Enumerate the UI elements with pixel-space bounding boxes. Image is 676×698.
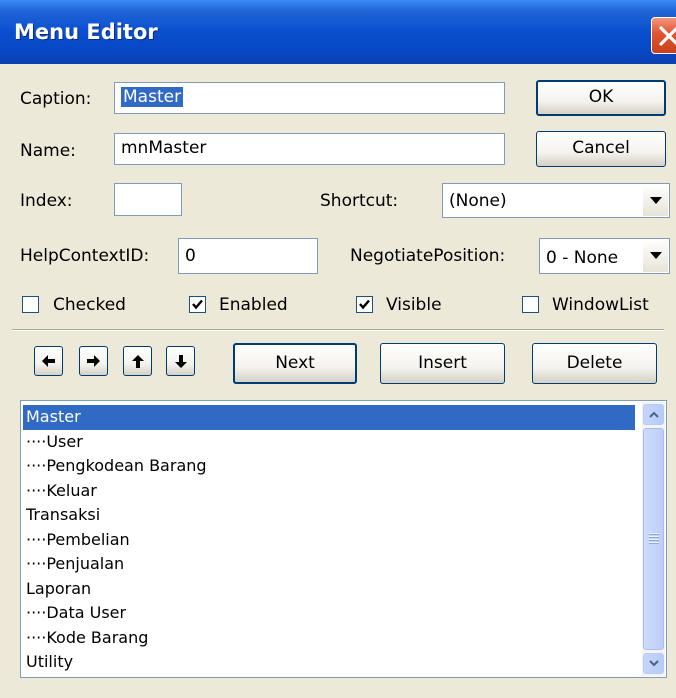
caption-value: Master [121,87,184,107]
separator [12,329,664,331]
chevron-up-icon [648,411,659,418]
caption-label: Caption: [20,89,92,109]
move-down-button[interactable] [166,346,195,376]
name-input[interactable]: mnMaster [114,133,505,165]
scroll-up-button[interactable] [643,404,664,425]
move-up-button[interactable] [123,346,152,376]
list-item[interactable]: ····Data User [23,601,635,626]
chevron-down-icon [648,660,659,667]
menu-editor-window: Menu Editor Caption: Master OK Name: mnM… [0,0,676,698]
negotiateposition-select[interactable]: 0 - None [539,238,670,274]
windowlist-label: WindowList [552,295,649,315]
menu-items: Master ····User ····Pengkodean Barang ··… [23,405,635,675]
list-item[interactable]: ····Pengkodean Barang [23,454,635,479]
arrow-down-icon [174,354,187,368]
caption-input[interactable]: Master [114,82,505,114]
helpcontextid-label: HelpContextID: [20,246,150,266]
arrow-right-icon [87,355,100,367]
arrow-up-icon [131,354,144,368]
list-item[interactable]: ····Keluar [23,479,635,504]
enabled-checkbox[interactable] [189,296,206,313]
cancel-button[interactable]: Cancel [536,131,666,167]
checked-label: Checked [53,295,126,315]
list-item[interactable]: Transaksi [23,503,635,528]
next-button[interactable]: Next [233,343,357,384]
close-icon [659,26,676,46]
shortcut-select[interactable]: (None) [442,183,670,218]
index-input[interactable] [114,183,182,216]
scroll-thumb[interactable] [643,428,664,650]
negotiateposition-value: 0 - None [546,248,619,268]
list-item[interactable]: ····Kode Barang [23,626,635,651]
insert-button-label: Insert [418,353,467,373]
visible-label: Visible [386,295,442,315]
list-item[interactable]: ····Pembelian [23,528,635,553]
vertical-scrollbar[interactable] [642,402,665,676]
checked-checkbox[interactable] [22,296,39,313]
list-item[interactable]: ····Penjualan [23,552,635,577]
window-title: Menu Editor [14,20,158,44]
shortcut-label: Shortcut: [320,191,399,211]
arrow-left-icon [42,355,55,367]
title-bar[interactable]: Menu Editor [0,0,676,64]
name-value: mnMaster [121,138,207,158]
delete-button-label: Delete [566,353,623,373]
list-item[interactable]: Utility [23,650,635,675]
grip-icon [649,533,659,545]
checkmark-icon [359,299,370,310]
name-label: Name: [20,141,76,161]
windowlist-checkbox[interactable] [522,296,539,313]
close-button[interactable] [651,17,676,54]
shortcut-value: (None) [449,191,507,211]
ok-button-label: OK [588,87,614,107]
list-item[interactable]: ····User [23,430,635,455]
ok-button[interactable]: OK [536,80,666,116]
shortcut-dropdown-button[interactable] [643,185,668,216]
helpcontextid-input[interactable]: 0 [178,238,318,274]
helpcontextid-value: 0 [185,246,196,266]
negotiateposition-dropdown-button[interactable] [643,240,668,272]
negotiateposition-label: NegotiatePosition: [350,246,506,266]
chevron-down-icon [649,196,662,204]
insert-button[interactable]: Insert [380,343,505,384]
cancel-button-label: Cancel [572,138,630,158]
scroll-down-button[interactable] [643,653,664,674]
move-right-button[interactable] [79,346,108,376]
delete-button[interactable]: Delete [532,343,657,384]
list-item[interactable]: Laporan [23,577,635,602]
checkmark-icon [192,299,203,310]
list-item[interactable]: Master [23,405,635,430]
enabled-label: Enabled [219,295,288,315]
move-left-button[interactable] [34,346,63,376]
visible-checkbox[interactable] [356,296,373,313]
next-button-label: Next [275,353,315,373]
chevron-down-icon [649,252,662,259]
index-label: Index: [20,191,73,211]
menu-items-list[interactable]: Master ····User ····Pengkodean Barang ··… [20,400,667,678]
